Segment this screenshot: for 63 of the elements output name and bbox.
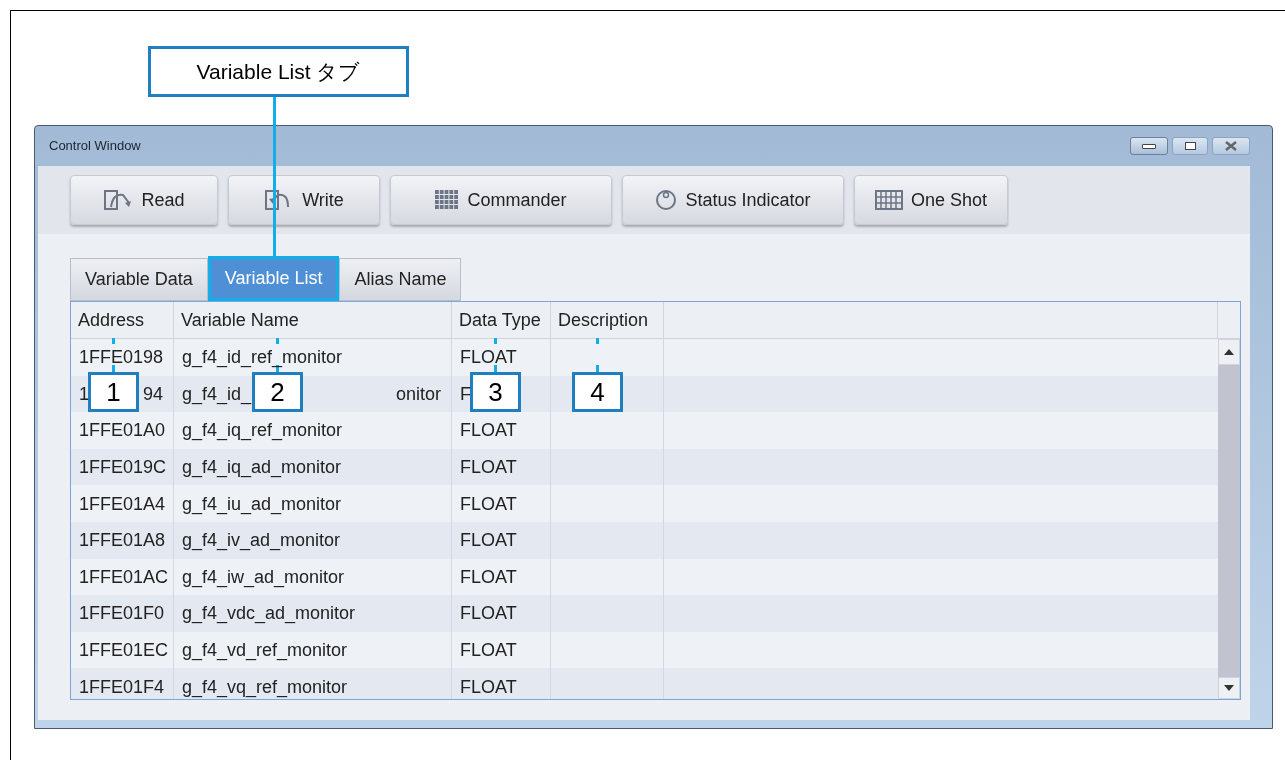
read-icon bbox=[103, 189, 134, 211]
table-cell: FLOAT bbox=[460, 458, 517, 477]
close-button[interactable] bbox=[1212, 137, 1250, 155]
table-cell: g_f4_id_ref_monitor bbox=[182, 348, 343, 367]
maximize-button[interactable] bbox=[1172, 137, 1208, 155]
table-cell: 1FFE01F0 bbox=[79, 604, 165, 623]
column-header[interactable]: Description bbox=[558, 306, 649, 334]
table-cell: g_f4_id_ bbox=[182, 384, 252, 403]
column-header[interactable]: Variable Name bbox=[181, 306, 299, 334]
table-cell: 94 bbox=[142, 384, 163, 403]
table-cell: g_f4_vdc_ad_monitor bbox=[182, 604, 356, 623]
table-cell: 1FFE01F4 bbox=[79, 677, 165, 696]
table-cell: g_f4_iq_ad_monitor bbox=[182, 458, 342, 477]
callout-label: Variable List タブ bbox=[148, 46, 409, 97]
tab[interactable]: Variable Data bbox=[70, 258, 208, 301]
callout-number: 2 bbox=[252, 372, 303, 412]
column-header[interactable]: Address bbox=[78, 306, 145, 334]
toolbar-button[interactable]: Read bbox=[70, 175, 218, 225]
window-title: Control Window bbox=[49, 137, 141, 156]
callout-number: 4 bbox=[572, 372, 623, 412]
table-cell: FLOAT bbox=[460, 531, 517, 550]
table-cell: FLOAT bbox=[460, 421, 517, 440]
table-row[interactable]: 1FFE01A8 g_f4_iv_ad_monitor FLOAT bbox=[71, 521, 1218, 559]
scroll-down-icon bbox=[1224, 685, 1234, 691]
gauge-icon bbox=[655, 189, 678, 211]
minimize-button[interactable] bbox=[1130, 137, 1168, 155]
column-header[interactable]: Data Type bbox=[459, 306, 541, 334]
toolbar-button[interactable]: Write bbox=[228, 175, 380, 225]
table-cell: g_f4_vd_ref_monitor bbox=[182, 641, 348, 660]
table-cell: g_f4_iv_ad_monitor bbox=[182, 531, 341, 550]
table-cell: 1FFE01A4 bbox=[79, 494, 166, 513]
table-cell: 1FFE01A0 bbox=[79, 421, 166, 440]
tab[interactable]: Alias Name bbox=[339, 258, 462, 301]
table-cell: g_f4_iw_ad_monitor bbox=[182, 567, 345, 586]
table-cell: g_f4_iu_ad_monitor bbox=[182, 494, 342, 513]
scroll-up-icon bbox=[1224, 349, 1234, 355]
table-cell: FLOAT bbox=[460, 604, 517, 623]
table-cell: 1FFE01EC bbox=[79, 641, 169, 660]
table-cell: 1FFE01AC bbox=[79, 567, 169, 586]
table-cell: 1FFE0198 bbox=[79, 348, 164, 367]
table-cell: 1FFE01A8 bbox=[79, 531, 166, 550]
table-cell: FLOAT bbox=[460, 641, 517, 660]
toolbar-button[interactable]: Commander bbox=[390, 175, 612, 225]
table-cell: FLOAT bbox=[460, 677, 517, 696]
table-cell: FLOAT bbox=[460, 494, 517, 513]
close-icon bbox=[1225, 141, 1237, 151]
table-cell: FLOAT bbox=[460, 567, 517, 586]
table-cell: FLOAT bbox=[460, 348, 517, 367]
table-cell: g_f4_vq_ref_monitor bbox=[182, 677, 348, 696]
table-row[interactable]: 1FFE019C g_f4_iq_ad_monitor FLOAT bbox=[71, 448, 1218, 486]
callout-number: 3 bbox=[470, 372, 521, 412]
table-cell: onitor bbox=[395, 384, 441, 403]
toolbar-button[interactable]: Status Indicator bbox=[622, 175, 844, 225]
table-icon bbox=[874, 190, 903, 210]
callout-number: 1 bbox=[88, 372, 139, 412]
table-cell: g_f4_iq_ref_monitor bbox=[182, 421, 343, 440]
table-row[interactable]: 1FFE01F4 g_f4_vq_ref_monitor FLOAT bbox=[71, 668, 1218, 699]
table-cell: 1FFE019C bbox=[79, 458, 167, 477]
table-row[interactable]: 1FFE01F0 g_f4_vdc_ad_monitor FLOAT bbox=[71, 595, 1218, 632]
table-cell: 1 bbox=[79, 384, 89, 403]
scrollbar[interactable] bbox=[1218, 339, 1240, 699]
toolbar-button[interactable]: One Shot bbox=[854, 175, 1008, 225]
grid-icon bbox=[435, 190, 460, 210]
